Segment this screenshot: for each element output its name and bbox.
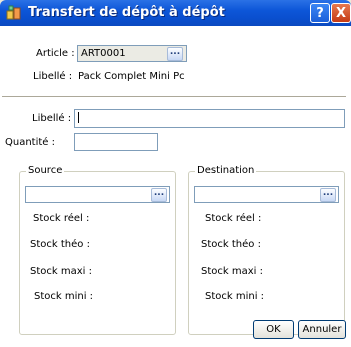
article-libelle-value: Pack Complet Mini Pc (78, 71, 185, 82)
ok-button[interactable]: OK (253, 320, 294, 339)
source-browse-button[interactable]: ... (151, 188, 167, 202)
destination-title: Destination (195, 165, 257, 176)
dialog-window: Transfert de dépôt à dépôt ? X Article :… (0, 0, 351, 347)
article-libelle-label: Libellé : (33, 71, 73, 82)
destination-stock-maxi-label: Stock maxi : (201, 266, 263, 277)
source-combo[interactable] (25, 186, 170, 203)
destination-combo[interactable] (194, 186, 339, 203)
window-title: Transfert de dépôt à dépôt (28, 5, 225, 20)
libelle-input[interactable] (74, 109, 345, 128)
quantite-input[interactable] (74, 133, 158, 151)
article-label: Article : (36, 48, 75, 59)
destination-stock-mini-label: Stock mini : (205, 291, 265, 302)
cancel-button[interactable]: Annuler (298, 320, 346, 339)
destination-stock-reel-label: Stock réel : (205, 213, 262, 224)
source-stock-maxi-label: Stock maxi : (30, 266, 92, 277)
source-title: Source (26, 165, 65, 176)
separator (2, 96, 346, 98)
text-caret (78, 112, 79, 123)
help-button[interactable]: ? (310, 3, 330, 23)
quantite-label: Quantité : (5, 137, 55, 148)
source-stock-theo-label: Stock théo : (30, 239, 90, 250)
source-stock-reel-label: Stock réel : (33, 213, 90, 224)
source-stock-mini-label: Stock mini : (34, 291, 94, 302)
article-value: ART0001 (81, 48, 126, 59)
title-bar[interactable]: Transfert de dépôt à dépôt ? X (0, 0, 351, 26)
libelle-label: Libellé : (32, 113, 72, 124)
dialog-content: Article : ART0001 ... Libellé : Pack Com… (0, 26, 351, 347)
app-icon (6, 5, 22, 21)
destination-browse-button[interactable]: ... (320, 188, 336, 202)
destination-stock-theo-label: Stock théo : (201, 239, 261, 250)
article-browse-button[interactable]: ... (167, 47, 183, 61)
close-button[interactable]: X (331, 3, 351, 23)
